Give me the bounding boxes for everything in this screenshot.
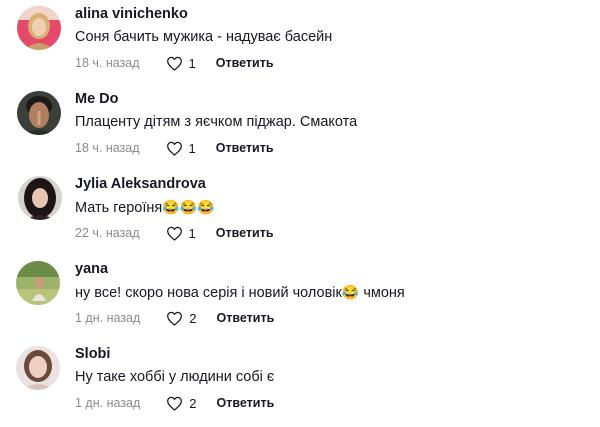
comment-username[interactable]: Jylia Aleksandrova bbox=[75, 176, 206, 192]
reply-button[interactable]: Ответить bbox=[216, 226, 274, 240]
comment-item: yana ну все! скоро нова серія і новий чо… bbox=[0, 255, 600, 339]
comment-list: alina vinichenko Соня бачить мужика - на… bbox=[0, 0, 600, 427]
comment-item: Jylia Aleksandrova Мать героїня😂😂😂 22 ч.… bbox=[0, 170, 600, 254]
comment-text: Ну таке хоббі у людини собі є bbox=[75, 369, 274, 385]
like-button[interactable]: 1 bbox=[166, 56, 196, 71]
emoji: 😂😂😂 bbox=[162, 199, 215, 215]
comment-text-body: Плаценту дітям з яєчком піджар. Смакота bbox=[75, 114, 358, 130]
comment-item: alina vinichenko Соня бачить мужика - на… bbox=[0, 0, 600, 84]
like-count: 2 bbox=[189, 395, 197, 411]
avatar[interactable] bbox=[16, 261, 60, 305]
emoji: 😂 bbox=[341, 284, 360, 300]
comment-meta: 18 ч. назад 1 Ответить bbox=[75, 54, 274, 72]
comment-meta: 1 дн. назад 2 Ответить bbox=[75, 394, 274, 412]
like-button[interactable]: 2 bbox=[166, 395, 197, 411]
comment-time: 18 ч. назад bbox=[75, 141, 140, 155]
heart-outline-icon bbox=[167, 396, 183, 411]
comment-text-body: ну все! скоро нова серія і новий чоловік bbox=[75, 285, 342, 301]
comment-time: 18 ч. назад bbox=[75, 56, 140, 70]
avatar[interactable] bbox=[17, 91, 61, 135]
comment-text: Соня бачить мужика - надуває басейн bbox=[75, 29, 332, 45]
comment-text-tail: чмоня bbox=[359, 285, 405, 301]
comment-text: ну все! скоро нова серія і новий чоловік… bbox=[75, 284, 405, 301]
like-count: 2 bbox=[189, 310, 197, 326]
like-button[interactable]: 2 bbox=[166, 310, 197, 326]
avatar[interactable] bbox=[16, 346, 60, 390]
comment-meta: 22 ч. назад 1 Ответить bbox=[75, 224, 274, 242]
comment-text-body: Мать героїня bbox=[75, 200, 163, 216]
like-button[interactable]: 1 bbox=[166, 226, 196, 241]
comment-time: 22 ч. назад bbox=[75, 226, 140, 240]
heart-outline-icon bbox=[166, 56, 182, 71]
like-count: 1 bbox=[188, 140, 196, 156]
like-count: 1 bbox=[188, 225, 196, 241]
comment-meta: 1 дн. назад 2 Ответить bbox=[75, 309, 274, 327]
comment-meta: 18 ч. назад 1 Ответить bbox=[75, 139, 274, 157]
heart-outline-icon bbox=[166, 226, 182, 241]
comment-time: 1 дн. назад bbox=[75, 311, 141, 325]
comment-text-body: Соня бачить мужика - надуває басейн bbox=[75, 29, 333, 45]
heart-outline-icon bbox=[166, 141, 182, 156]
avatar[interactable] bbox=[17, 6, 61, 50]
reply-button[interactable]: Ответить bbox=[217, 311, 275, 325]
reply-button[interactable]: Ответить bbox=[216, 56, 274, 70]
comment-text: Плаценту дітям з яєчком піджар. Смакота bbox=[75, 114, 357, 130]
avatar[interactable] bbox=[18, 176, 62, 220]
reply-button[interactable]: Ответить bbox=[216, 141, 274, 155]
comment-text-body: Ну таке хоббі у людини собі є bbox=[75, 369, 275, 385]
heart-outline-icon bbox=[167, 311, 183, 326]
comment-time: 1 дн. назад bbox=[75, 396, 141, 410]
comment-username[interactable]: alina vinichenko bbox=[75, 6, 188, 22]
comment-username[interactable]: Me Do bbox=[75, 91, 119, 107]
comment-item: Slobi Ну таке хоббі у людини собі є 1 дн… bbox=[0, 340, 600, 424]
like-count: 1 bbox=[188, 55, 196, 71]
like-button[interactable]: 1 bbox=[166, 141, 196, 156]
comment-item: Me Do Плаценту дітям з яєчком піджар. См… bbox=[0, 85, 600, 169]
comment-username[interactable]: yana bbox=[75, 261, 108, 277]
comment-text: Мать героїня😂😂😂 bbox=[75, 199, 215, 216]
comment-username[interactable]: Slobi bbox=[75, 346, 110, 362]
reply-button[interactable]: Ответить bbox=[217, 396, 275, 410]
